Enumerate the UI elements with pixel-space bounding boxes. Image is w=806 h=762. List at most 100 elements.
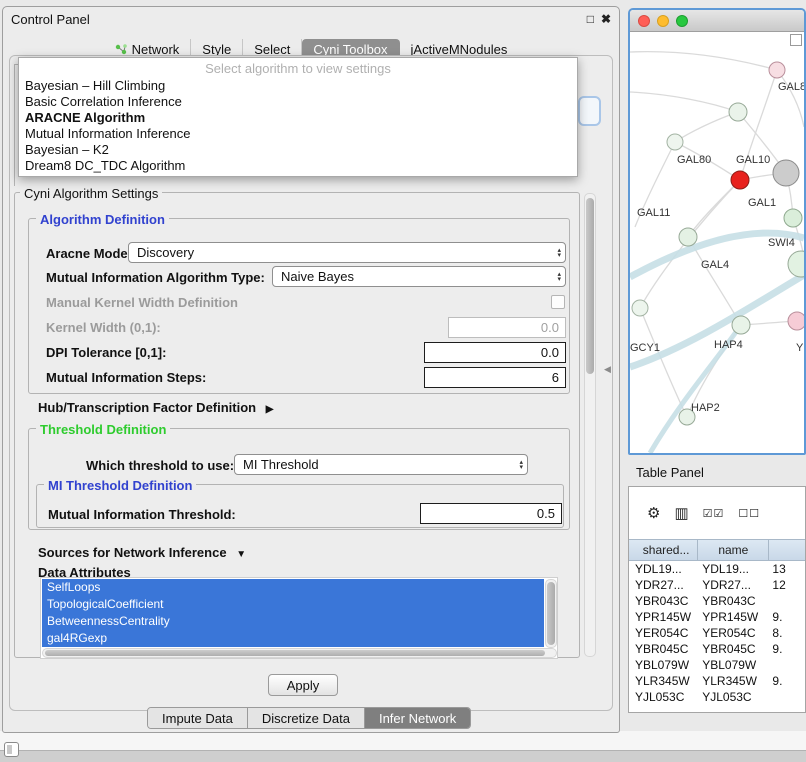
node-label: GAL8 <box>778 81 804 93</box>
mi-type-select[interactable]: Naive Bayes ▴▾ <box>272 266 566 287</box>
bottom-tab-bar: Impute Data Discretize Data Infer Networ… <box>147 707 471 729</box>
table-row[interactable]: YDL19...YDL19...13 <box>629 561 805 577</box>
dropdown-item[interactable]: Bayesian – K2 <box>19 142 577 158</box>
aracne-mode-label: Aracne Mode: <box>46 246 132 261</box>
dropdown-item[interactable]: Bayesian – Hill Climbing <box>19 78 577 94</box>
kernel-width-label: Kernel Width (0,1): <box>46 320 161 335</box>
network-canvas[interactable]: GAL8 GAL80 GAL10 GAL1 GAL11 SWI4 GAL4 GC… <box>630 32 804 453</box>
node[interactable] <box>769 62 785 78</box>
algorithm-definition-legend: Algorithm Definition <box>36 212 169 227</box>
combo-arrows-icon: ▴▾ <box>519 460 523 470</box>
node[interactable] <box>729 103 747 121</box>
zoom-traffic-light[interactable] <box>676 15 688 27</box>
dropdown-item[interactable]: Mutual Information Inference <box>19 126 577 142</box>
table-row[interactable]: YBR045CYBR045C9. <box>629 641 805 657</box>
list-item[interactable]: BetweennessCentrality <box>42 613 544 630</box>
control-panel-title: Control Panel <box>11 12 90 27</box>
node-label: GAL80 <box>677 154 711 166</box>
gear-icon[interactable]: ⚙ <box>647 504 660 522</box>
dropdown-item[interactable]: Basic Correlation Inference <box>19 94 577 110</box>
node[interactable] <box>632 300 648 316</box>
minimize-traffic-light[interactable] <box>657 15 669 27</box>
sources-section-toggle[interactable]: Sources for Network Inference ▼ <box>38 545 246 560</box>
attribute-list-hscrollbar[interactable] <box>42 648 557 658</box>
aracne-mode-select[interactable]: Discovery ▴▾ <box>128 242 566 263</box>
list-item[interactable]: TopologicalCoefficient <box>42 596 544 613</box>
node[interactable] <box>732 316 750 334</box>
mi-steps-label: Mutual Information Steps: <box>46 370 206 385</box>
mi-type-value: Naive Bayes <box>281 269 354 284</box>
tab-discretize-data[interactable]: Discretize Data <box>248 708 365 728</box>
hidden-combo-fragment <box>578 96 601 126</box>
deselect-all-boxes-icon[interactable]: ☐☐ <box>738 507 760 520</box>
node[interactable] <box>667 134 683 150</box>
mi-steps-field[interactable] <box>424 367 566 388</box>
hub-section-toggle[interactable]: Hub/Transcription Factor Definition ▶ <box>38 400 273 415</box>
table-toolbar: ⚙ ▥ ☑☑ ☐☐ <box>629 487 805 539</box>
node-label: HAP4 <box>714 339 743 351</box>
dpi-tolerance-field[interactable] <box>424 342 566 363</box>
bottom-band <box>0 731 806 752</box>
node-label: GAL1 <box>748 197 776 209</box>
dropdown-item[interactable]: Dream8 DC_TDC Algorithm <box>19 158 577 174</box>
threshold-definition-legend: Threshold Definition <box>36 422 170 437</box>
close-window-icon[interactable]: ✖ <box>601 12 611 26</box>
kernel-width-field[interactable] <box>448 317 566 338</box>
table-row[interactable]: YPR145WYPR145W9. <box>629 609 805 625</box>
dpi-tolerance-label: DPI Tolerance [0,1]: <box>46 345 166 360</box>
table-row[interactable]: YLR345WYLR345W9. <box>629 673 805 689</box>
settings-scrollbar-track[interactable] <box>584 193 596 657</box>
bottom-strip <box>0 750 806 762</box>
node-gray[interactable] <box>773 160 799 186</box>
manual-kernel-checkbox[interactable] <box>551 295 565 309</box>
float-window-icon[interactable]: □ <box>587 12 594 26</box>
node-label: GAL11 <box>637 207 670 219</box>
table-row[interactable]: YDR27...YDR27...12 <box>629 577 805 593</box>
mi-threshold-legend: MI Threshold Definition <box>44 478 196 493</box>
node-red[interactable] <box>731 171 749 189</box>
aracne-mode-value: Discovery <box>137 245 194 260</box>
which-threshold-select[interactable]: MI Threshold ▴▾ <box>234 454 528 475</box>
node[interactable] <box>679 228 697 246</box>
column-header-name[interactable]: name <box>698 540 769 560</box>
table-header: shared... name <box>629 539 805 561</box>
manual-kernel-label: Manual Kernel Width Definition <box>46 295 238 310</box>
cyni-algorithm-settings-legend: Cyni Algorithm Settings <box>20 186 162 201</box>
close-traffic-light[interactable] <box>638 15 650 27</box>
dropdown-item-selected[interactable]: ARACNE Algorithm <box>19 110 577 126</box>
column-header-shared-name[interactable]: shared... <box>629 540 698 560</box>
which-threshold-label: Which threshold to use: <box>86 458 234 473</box>
node[interactable] <box>784 209 802 227</box>
settings-scrollbar-thumb[interactable] <box>586 198 594 374</box>
table-row[interactable]: YJL053CYJL053C <box>629 689 805 705</box>
mi-type-label: Mutual Information Algorithm Type: <box>46 270 265 285</box>
node-pink[interactable] <box>788 312 804 330</box>
network-window-titlebar <box>630 10 804 32</box>
tab-impute-data[interactable]: Impute Data <box>148 708 248 728</box>
panel-dock-icon[interactable] <box>4 742 19 757</box>
node-label: GCY1 <box>630 342 660 354</box>
table-panel-title: Table Panel <box>636 465 704 480</box>
select-all-checks-icon[interactable]: ☑☑ <box>703 507 725 520</box>
columns-icon[interactable]: ▥ <box>674 504 688 522</box>
apply-button[interactable]: Apply <box>268 674 338 696</box>
panel-divider-arrow-icon[interactable]: ◀ <box>604 364 611 375</box>
node[interactable] <box>788 251 804 277</box>
node-label: GAL10 <box>736 154 770 166</box>
node-label: Y <box>796 342 804 354</box>
tab-infer-network[interactable]: Infer Network <box>365 708 470 728</box>
table-body: YDL19...YDL19...13 YDR27...YDR27...12 YB… <box>629 561 805 705</box>
attribute-list-vscrollbar[interactable] <box>545 579 557 648</box>
list-item[interactable]: SelfLoops <box>42 579 544 596</box>
table-row[interactable]: YER054CYER054C8. <box>629 625 805 641</box>
mi-threshold-field[interactable] <box>420 503 562 524</box>
network-view-window: GAL8 GAL80 GAL10 GAL1 GAL11 SWI4 GAL4 GC… <box>628 8 806 455</box>
column-header-cut[interactable] <box>769 540 805 560</box>
table-row[interactable]: YBL079WYBL079W <box>629 657 805 673</box>
network-labels: GAL8 GAL80 GAL10 GAL1 GAL11 SWI4 GAL4 GC… <box>630 81 804 414</box>
expanded-arrow-icon: ▼ <box>236 549 246 560</box>
network-icon <box>115 44 128 56</box>
table-row[interactable]: YBR043CYBR043C <box>629 593 805 609</box>
birdseye-toggle[interactable] <box>790 34 802 46</box>
list-item[interactable]: gal4RGexp <box>42 630 544 647</box>
